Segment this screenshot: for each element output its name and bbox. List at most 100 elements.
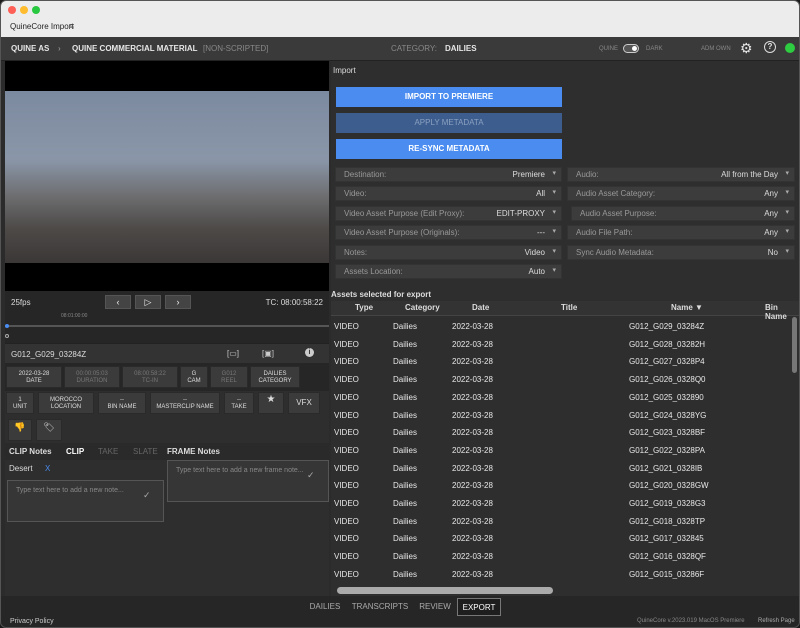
tab-clip-notes[interactable]: CLIP Notes [9, 447, 52, 456]
timeline-handle[interactable] [5, 334, 9, 338]
checkmark-icon[interactable]: ✓ [143, 490, 151, 501]
tab-export[interactable]: EXPORT [457, 598, 501, 616]
minimize-window-button[interactable] [20, 6, 28, 14]
video-select[interactable]: Video: All ▾ [335, 186, 562, 201]
info-icon[interactable]: i [305, 348, 314, 357]
timeline-start-tc: 08:01:00:00 [61, 313, 88, 319]
import-to-premiere-button[interactable]: IMPORT TO PREMIERE [336, 87, 562, 107]
cell-type: VIDEO [334, 481, 359, 491]
notes-select[interactable]: Notes: Video ▾ [335, 245, 562, 260]
audio-select[interactable]: Audio: All from the Day ▾ [567, 167, 795, 182]
col-name[interactable]: Name ▼ [671, 303, 703, 312]
remove-tag-button[interactable]: X [45, 464, 50, 473]
aspect-icon[interactable]: [▭] [227, 349, 239, 358]
chevron-down-icon: ▾ [785, 248, 789, 255]
destination-select[interactable]: Destination: Premiere ▾ [335, 167, 562, 182]
tab-take[interactable]: TAKE [98, 447, 118, 456]
video-viewer[interactable] [5, 61, 329, 291]
chevron-down-icon: ▾ [552, 267, 556, 274]
user-label: ADM OWN [701, 46, 731, 52]
apply-metadata-button[interactable]: APPLY METADATA [336, 113, 562, 133]
meta-location[interactable]: MOROCCO LOCATION [38, 392, 94, 414]
table-row[interactable]: VIDEO Dailies 2022-03-28 G012_G026_0328Q0 [331, 371, 791, 388]
cell-category: Dailies [393, 410, 418, 420]
vertical-scrollbar[interactable] [792, 317, 797, 373]
table-row[interactable]: VIDEO Dailies 2022-03-28 G012_G018_0328TP [331, 513, 791, 530]
resync-metadata-button[interactable]: RE-SYNC METADATA [336, 139, 562, 159]
prev-frame-button[interactable]: ‹ [105, 295, 131, 309]
table-row[interactable]: VIDEO Dailies 2022-03-28 G012_G022_0328PA [331, 442, 791, 459]
meta-unit[interactable]: 1 UNIT [6, 392, 34, 414]
meta-take[interactable]: -- TAKE [224, 392, 254, 414]
snapshot-icon[interactable]: [▣] [262, 349, 274, 358]
help-icon[interactable]: ? [764, 41, 776, 53]
category-value[interactable]: DAILIES [445, 44, 477, 53]
table-row[interactable]: VIDEO Dailies 2022-03-28 G012_G025_032890 [331, 389, 791, 406]
horizontal-scrollbar[interactable] [337, 587, 553, 594]
table-row[interactable]: VIDEO Dailies 2022-03-28 G012_G019_0328G3 [331, 495, 791, 512]
table-row[interactable]: VIDEO Dailies 2022-03-28 G012_G029_03284Z [331, 318, 791, 335]
tab-dailies[interactable]: DAILIES [303, 598, 347, 616]
bottom-bar: DAILIES TRANSCRIPTS REVIEW EXPORT Privac… [1, 596, 799, 627]
checkmark-icon[interactable]: ✓ [307, 470, 315, 481]
header-bar: QUINE AS › QUINE COMMERCIAL MATERIAL [NO… [1, 37, 799, 61]
close-window-button[interactable] [8, 6, 16, 14]
star-icon[interactable]: ★ [258, 392, 284, 414]
table-row[interactable]: VIDEO Dailies 2022-03-28 G012_G021_0328IB [331, 460, 791, 477]
tab-clip[interactable]: CLIP [66, 447, 84, 456]
chevron-down-icon: ▾ [785, 189, 789, 196]
cell-date: 2022-03-28 [452, 569, 493, 579]
meta-date[interactable]: 2022-03-28 DATE [6, 366, 62, 388]
table-row[interactable]: VIDEO Dailies 2022-03-28 G012_G023_0328BF [331, 424, 791, 441]
meta-category[interactable]: DAILIES CATEGORY [250, 366, 300, 388]
project-name[interactable]: QUINE COMMERCIAL MATERIAL [72, 44, 197, 53]
clip-note-input[interactable]: Type text here to add a new note... [7, 480, 164, 522]
refresh-page-link[interactable]: Refresh Page [758, 618, 795, 624]
frame-note-input[interactable]: Type text here to add a new frame note..… [167, 460, 329, 502]
zoom-window-button[interactable] [32, 6, 40, 14]
vfx-button[interactable]: VFX [288, 392, 320, 414]
category-label: CATEGORY: [391, 44, 437, 53]
video-asset-purpose-originals-select[interactable]: Video Asset Purpose (Originals): --- ▾ [335, 225, 562, 240]
audio-asset-category-select[interactable]: Audio Asset Category: Any ▾ [567, 186, 795, 201]
assets-location-select[interactable]: Assets Location: Auto ▾ [335, 264, 562, 279]
version-label: QuineCore v.2023.019 MacOS Premiere [637, 618, 745, 624]
meta-cam[interactable]: G CAM [180, 366, 208, 388]
table-row[interactable]: VIDEO Dailies 2022-03-28 G012_G020_0328GW [331, 477, 791, 494]
theme-toggle[interactable] [623, 44, 639, 53]
col-type[interactable]: Type [355, 303, 373, 312]
meta-bin-name[interactable]: -- BIN NAME [98, 392, 146, 414]
gear-icon[interactable]: ⚙ [740, 40, 753, 57]
playhead[interactable] [5, 324, 9, 328]
meta-masterclip-name[interactable]: -- MASTERCLIP NAME [150, 392, 220, 414]
table-row[interactable]: VIDEO Dailies 2022-03-28 G012_G017_032845 [331, 530, 791, 547]
col-title[interactable]: Title [561, 303, 577, 312]
tab-slate[interactable]: SLATE [133, 447, 158, 456]
tag-icon[interactable]: 🏷 [36, 419, 62, 441]
table-row[interactable]: VIDEO Dailies 2022-03-28 G012_G016_0328QF [331, 548, 791, 565]
audio-file-path-select[interactable]: Audio File Path: Any ▾ [567, 225, 795, 240]
play-button[interactable]: ▷ [135, 295, 161, 309]
table-row[interactable]: VIDEO Dailies 2022-03-28 G012_G028_03282H [331, 336, 791, 353]
chevron-down-icon: ▾ [552, 228, 556, 235]
cell-name: G012_G020_0328GW [629, 481, 709, 491]
video-asset-purpose-proxy-select[interactable]: Video Asset Purpose (Edit Proxy): EDIT-PR… [335, 206, 562, 221]
table-row[interactable]: VIDEO Dailies 2022-03-28 G012_G015_03286F [331, 566, 791, 583]
thumbs-down-icon[interactable]: 👎 [8, 419, 32, 441]
tab-review[interactable]: REVIEW [415, 598, 455, 616]
audio-asset-purpose-select[interactable]: Audio Asset Purpose: Any ▾ [571, 206, 795, 221]
sync-audio-metadata-select[interactable]: Sync Audio Metadata: No ▾ [567, 245, 795, 260]
table-row[interactable]: VIDEO Dailies 2022-03-28 G012_G024_0328YG [331, 407, 791, 424]
tab-transcripts[interactable]: TRANSCRIPTS [349, 598, 411, 616]
player-panel: 25fps ‹ ▷ › TC: 08:00:58:22 08:01:00:00 … [5, 61, 329, 596]
col-date[interactable]: Date [472, 303, 489, 312]
privacy-policy-link[interactable]: Privacy Policy [10, 618, 54, 625]
table-row[interactable]: VIDEO Dailies 2022-03-28 G012_G027_0328P4 [331, 353, 791, 370]
timeline-scrubber[interactable] [5, 325, 329, 327]
next-frame-button[interactable]: › [165, 295, 191, 309]
org-name[interactable]: QUINE AS [11, 44, 49, 53]
menu-icon[interactable]: ≡ [69, 21, 74, 31]
scripted-label: [NON-SCRIPTED] [203, 44, 269, 53]
col-category[interactable]: Category [405, 303, 440, 312]
tab-frame-notes[interactable]: FRAME Notes [167, 447, 220, 456]
